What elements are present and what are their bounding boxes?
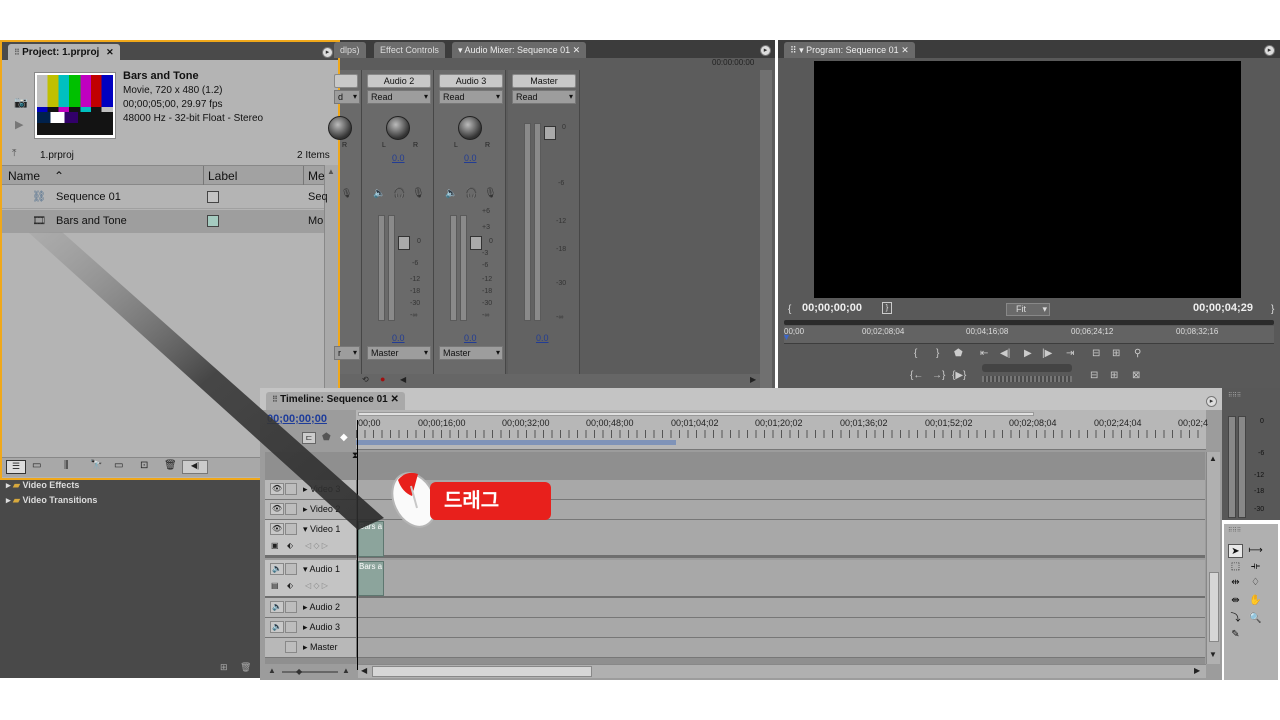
razor-tool-icon[interactable]: ♢	[1248, 576, 1263, 590]
audio-meter-panel: ⠿⠿⠿ 0 -6 -12 -18 -30	[1222, 388, 1280, 520]
rolling-edit-tool-icon[interactable]: ⟛	[1248, 560, 1263, 574]
pen-tool-icon[interactable]: ✎	[1228, 628, 1243, 642]
drag-path-overlay	[28, 232, 384, 530]
drag-label: 드래그	[444, 488, 500, 512]
meter-bar	[1238, 416, 1246, 518]
selection-tool-icon[interactable]: ➤	[1228, 544, 1243, 558]
slide-tool-icon[interactable]: ⤵	[1228, 612, 1243, 626]
tools-panel: ⠿⠿⠿ ➤ ⟼ ⬚ ⟛ ⇹ ♢ ⇼ ✋ ⤵ 🔍 ✎	[1224, 524, 1278, 680]
db-tick: -6	[1258, 450, 1265, 457]
db-tick: -18	[1254, 488, 1265, 495]
meter-bar	[1228, 416, 1236, 518]
zoom-tool-icon[interactable]: 🔍	[1248, 612, 1263, 626]
hand-tool-icon[interactable]: ✋	[1248, 594, 1263, 608]
panel-grip-icon: ⠿⠿⠿	[1228, 528, 1242, 534]
db-tick: -30	[1254, 506, 1265, 513]
rate-stretch-tool-icon[interactable]: ⇹	[1228, 576, 1243, 590]
db-tick: -12	[1254, 472, 1265, 479]
panel-grip-icon: ⠿⠿⠿	[1228, 393, 1242, 399]
ripple-edit-tool-icon[interactable]: ⬚	[1228, 560, 1243, 574]
slip-tool-icon[interactable]: ⇼	[1228, 594, 1243, 608]
db-tick: 0	[1260, 418, 1264, 425]
track-select-tool-icon[interactable]: ⟼	[1248, 544, 1263, 558]
